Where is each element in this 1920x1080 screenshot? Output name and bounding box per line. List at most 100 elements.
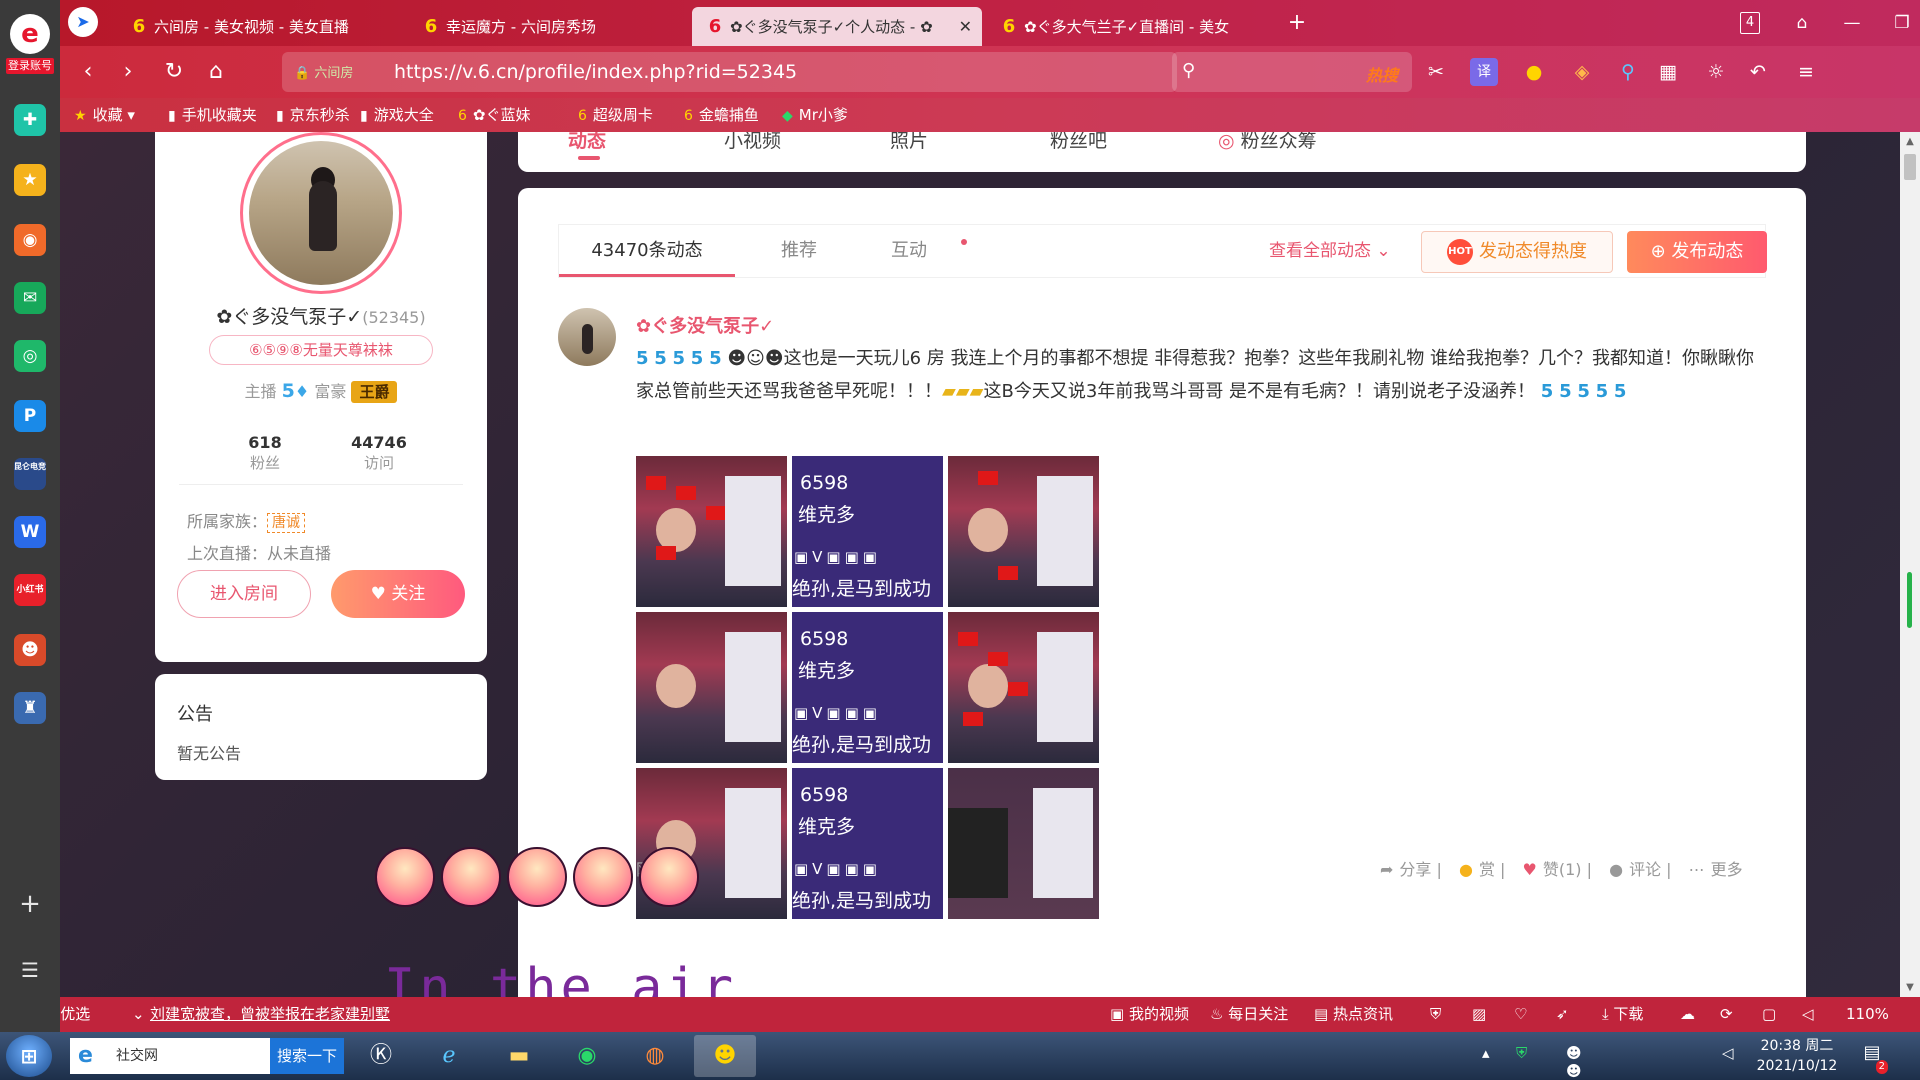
- minimize-icon[interactable]: —: [1837, 10, 1867, 36]
- menu-icon[interactable]: ☰: [14, 954, 46, 986]
- view-all-dropdown[interactable]: 查看全部动态 ⌄: [1269, 225, 1391, 277]
- post-avatar[interactable]: [558, 308, 616, 366]
- page-scrollbar[interactable]: ▲ ▼: [1900, 132, 1920, 997]
- post-author[interactable]: ✿ぐ多没气泵子✓: [636, 312, 774, 338]
- undo-icon[interactable]: ↶: [1744, 58, 1772, 86]
- daily-follow-link[interactable]: ♨ 每日关注: [1210, 997, 1288, 1032]
- back-icon[interactable]: ‹: [72, 56, 104, 88]
- refresh-icon[interactable]: ↻: [158, 56, 190, 88]
- enter-room-button[interactable]: 进入房间: [177, 570, 311, 618]
- news-link[interactable]: 刘建宽被查，曾被举报在老家建别墅: [150, 997, 390, 1032]
- feed-icon[interactable]: ◎: [14, 340, 46, 372]
- compass-icon[interactable]: ✚: [14, 104, 46, 136]
- shirt-icon[interactable]: ⌂: [1787, 10, 1817, 36]
- star-icon[interactable]: ★: [14, 164, 46, 196]
- fans-stat[interactable]: 618 粉丝: [205, 433, 325, 473]
- notification-center[interactable]: ▤ 2: [1858, 1042, 1888, 1074]
- menu-icon[interactable]: ≡: [1792, 58, 1820, 86]
- more-button[interactable]: ⋯ 更多: [1683, 860, 1743, 879]
- bookmark-weekcard[interactable]: 6 超级周卡: [578, 98, 653, 133]
- coin-icon[interactable]: ●: [1520, 58, 1548, 86]
- tab-2[interactable]: 6 幸运魔方 - 六间房秀场: [412, 7, 702, 46]
- weibo-icon[interactable]: ◉: [14, 224, 46, 256]
- scroll-up-icon[interactable]: ▲: [1900, 136, 1920, 147]
- tab-recommend[interactable]: 推荐: [749, 225, 849, 277]
- tab-3-active[interactable]: 6 ✿ぐ多没气泵子✓个人动态 - ✿ ✕: [692, 7, 982, 46]
- bookmark-mobile[interactable]: ▮ 手机收藏夹: [168, 98, 257, 133]
- shield-icon[interactable]: ⛨: [1430, 997, 1441, 1032]
- bookmark-lanmei[interactable]: 6 ✿ぐ蓝妹: [458, 98, 531, 133]
- post-image[interactable]: [636, 612, 787, 763]
- brightness-icon[interactable]: ☼: [1702, 58, 1730, 86]
- login-button[interactable]: e 登录账号: [6, 14, 54, 76]
- volume-icon[interactable]: ◁: [1802, 997, 1814, 1032]
- taskbar-search-button[interactable]: 搜索一下: [270, 1038, 344, 1074]
- word-icon[interactable]: W: [14, 516, 46, 548]
- taskbar-app-active-icon[interactable]: ☻: [694, 1035, 756, 1077]
- like-button[interactable]: ♥ 赞(1): [1517, 860, 1582, 879]
- comment-button[interactable]: ● 评论: [1603, 860, 1661, 879]
- tab-photos[interactable]: 照片: [890, 132, 928, 153]
- bookmark-favorites[interactable]: ★ 收藏 ▾: [74, 98, 135, 133]
- start-button[interactable]: ⊞: [6, 1035, 52, 1077]
- address-bar[interactable]: 🔒 六间房 https://v.6.cn/profile/index.php?r…: [282, 52, 1177, 92]
- download-link[interactable]: ⤓ 下载: [1602, 997, 1643, 1032]
- tab-4[interactable]: 6 ✿ぐ多大气兰子✓直播间 - 美女: [990, 7, 1280, 46]
- my-video-link[interactable]: ▣ 我的视频: [1110, 997, 1189, 1032]
- tab-short-video[interactable]: 小视频: [724, 132, 781, 153]
- heart-outline-icon[interactable]: ♡: [1514, 997, 1527, 1032]
- taskbar-browser-icon[interactable]: ◉: [556, 1035, 618, 1077]
- post-image[interactable]: [948, 612, 1099, 763]
- bookmark-games[interactable]: ▮ 游戏大全: [360, 98, 434, 133]
- game2-icon[interactable]: ♜: [14, 692, 46, 724]
- url-text[interactable]: https://v.6.cn/profile/index.php?rid=523…: [394, 52, 797, 92]
- esports-icon[interactable]: 昆仑电竞: [14, 458, 46, 490]
- taskbar-search-input[interactable]: e 社交网: [70, 1038, 270, 1074]
- tab-all-posts[interactable]: 43470条动态: [559, 225, 735, 277]
- tray-arrow-icon[interactable]: ▴: [1482, 1044, 1490, 1062]
- scrollbar-thumb[interactable]: [1904, 154, 1916, 180]
- tab-fan-bar[interactable]: 粉丝吧: [1050, 132, 1107, 153]
- tray-shield-icon[interactable]: ⛨: [1516, 1044, 1527, 1062]
- clock[interactable]: 20:38 周二 2021/10/12: [1752, 1036, 1842, 1076]
- new-tab-icon[interactable]: +: [1282, 10, 1312, 36]
- post-image[interactable]: [948, 456, 1099, 607]
- tab-1[interactable]: 6 六间房 - 美女视频 - 美女直播: [120, 7, 410, 46]
- search-box[interactable]: ⚲ 热搜: [1172, 52, 1412, 92]
- cloud-icon[interactable]: ☁: [1680, 997, 1695, 1032]
- post-image[interactable]: [636, 456, 787, 607]
- browser-logo-icon[interactable]: ➤: [68, 7, 98, 37]
- taskbar-app-k-icon[interactable]: Ⓚ: [350, 1035, 412, 1077]
- heat-button[interactable]: HOT 发动态得热度: [1421, 231, 1613, 273]
- post-image[interactable]: 6598 维克多 ▣V▣▣▣ 绝孙,是马到成功: [792, 768, 943, 919]
- scroll-down-icon[interactable]: ▼: [1900, 982, 1920, 993]
- image-icon[interactable]: ▨: [1472, 997, 1486, 1032]
- taskbar-ie-icon[interactable]: ℯ: [418, 1035, 480, 1077]
- sync-icon[interactable]: ⟳: [1720, 997, 1733, 1032]
- zoom-level[interactable]: 110%: [1846, 997, 1889, 1032]
- tray-icons[interactable]: ☻☻☻⊞⊕: [1566, 1044, 1611, 1080]
- gamepad-icon[interactable]: ◈: [1568, 58, 1596, 86]
- hot-news-link[interactable]: ▤ 热点资讯: [1314, 997, 1393, 1032]
- mail-icon[interactable]: ✉: [14, 282, 46, 314]
- magnifier-icon[interactable]: ⚲: [1614, 58, 1642, 86]
- tab-dynamic[interactable]: 动态: [568, 132, 606, 160]
- post-image[interactable]: 6598 维克多 ▣V▣▣▣ 绝孙,是马到成功: [792, 612, 943, 763]
- tab-crowdfund[interactable]: ◎ 粉丝众筹: [1218, 132, 1317, 153]
- post-image[interactable]: 6598 维克多 ▣V▣▣▣ 绝孙,是马到成功: [792, 456, 943, 607]
- hot-search-label[interactable]: 热搜: [1366, 62, 1398, 86]
- game-icon[interactable]: ☻: [14, 634, 46, 666]
- home-icon[interactable]: ⌂: [200, 56, 232, 88]
- follow-button[interactable]: ♥ 关注: [331, 570, 465, 618]
- rocket-icon[interactable]: ➶: [1556, 997, 1569, 1032]
- avatar[interactable]: [240, 132, 402, 294]
- xiaohongshu-icon[interactable]: 小红书: [14, 574, 46, 606]
- grid-icon[interactable]: ▦: [1654, 58, 1682, 86]
- bookmark-fishing[interactable]: 6 金蟾捕鱼: [684, 98, 759, 133]
- tab-count-badge[interactable]: 4: [1740, 12, 1760, 34]
- window-icon[interactable]: ▢: [1762, 997, 1776, 1032]
- bookmark-mrxiaodie[interactable]: ◆ Mr小爹: [782, 98, 848, 133]
- taskbar-folder-icon[interactable]: ▬: [488, 1035, 550, 1077]
- p-app-icon[interactable]: P: [14, 400, 46, 432]
- publish-button[interactable]: ⊕ 发布动态: [1627, 231, 1767, 273]
